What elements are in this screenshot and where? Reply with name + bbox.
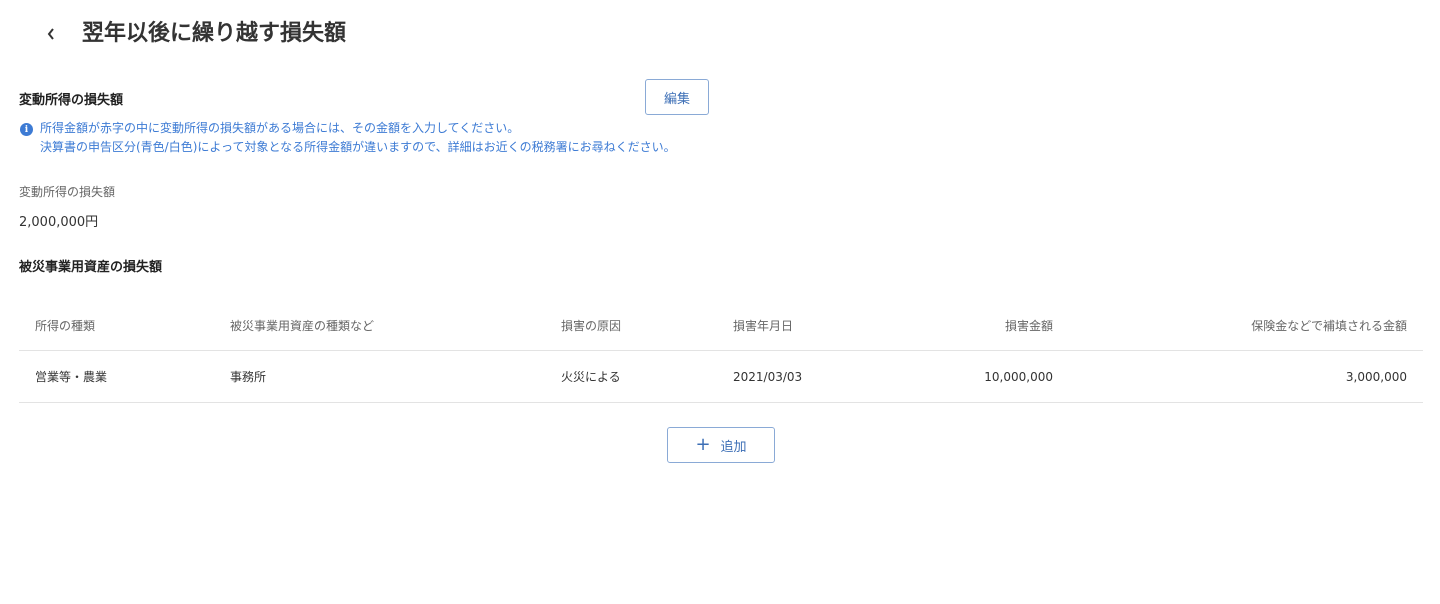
- cell-asset-type: 事務所: [230, 370, 267, 384]
- page-title: 翌年以後に繰り越す損失額: [82, 21, 347, 46]
- column-header-date: 損害年月日: [733, 318, 794, 333]
- page: 翌年以後に繰り越す損失額 変動所得の損失額 編集 i 所得金額が赤字の中に変動所…: [0, 0, 1440, 604]
- column-header-asset-type: 被災事業用資産の種類など: [230, 318, 375, 333]
- cell-cause: 火災による: [561, 370, 621, 384]
- disaster-loss-table: 所得の種類 被災事業用資産の種類など 損害の原因 損害年月日 損害金額 保険金な…: [19, 300, 1423, 403]
- header: 翌年以後に繰り越す損失額: [40, 18, 346, 50]
- variable-income-section-title: 変動所得の損失額: [19, 93, 124, 108]
- table-row[interactable]: 営業等・農業 事務所 火災による 2021/03/03 10,000,000 3…: [19, 351, 1423, 403]
- add-button-label: 追加: [720, 439, 747, 455]
- column-header-cause: 損害の原因: [561, 318, 622, 333]
- info-icon: i: [20, 123, 33, 136]
- back-button[interactable]: [40, 18, 62, 50]
- cell-insurance-amount: 3,000,000: [1345, 369, 1407, 384]
- variable-income-loss-label: 変動所得の損失額: [19, 185, 116, 199]
- plus-icon: +: [695, 434, 711, 455]
- info-line: 所得金額が赤字の中に変動所得の損失額がある場合には、その金額を入力してください。: [40, 121, 520, 135]
- disaster-section-title: 被災事業用資産の損失額: [19, 260, 163, 275]
- add-button[interactable]: + 追加: [667, 427, 775, 463]
- chevron-left-icon: [47, 28, 54, 40]
- column-header-loss-amount: 損害金額: [1004, 318, 1053, 333]
- edit-button[interactable]: 編集: [645, 79, 709, 115]
- table-header-row: 所得の種類 被災事業用資産の種類など 損害の原因 損害年月日 損害金額 保険金な…: [19, 300, 1423, 351]
- info-message: i 所得金額が赤字の中に変動所得の損失額がある場合には、その金額を入力してくださ…: [20, 119, 676, 157]
- column-header-insurance-amount: 保険金などで補填される金額: [1251, 318, 1407, 333]
- cell-date: 2021/03/03: [733, 369, 803, 384]
- cell-income-type: 営業等・農業: [35, 370, 108, 384]
- info-line: 決算書の申告区分(青色/白色)によって対象となる所得金額が違いますので、詳細はお…: [40, 140, 676, 154]
- info-text: 所得金額が赤字の中に変動所得の損失額がある場合には、その金額を入力してください。…: [40, 119, 676, 157]
- column-header-income-type: 所得の種類: [35, 318, 96, 333]
- variable-income-loss-value: 2,000,000円: [19, 215, 99, 230]
- cell-loss-amount: 10,000,000: [984, 369, 1053, 384]
